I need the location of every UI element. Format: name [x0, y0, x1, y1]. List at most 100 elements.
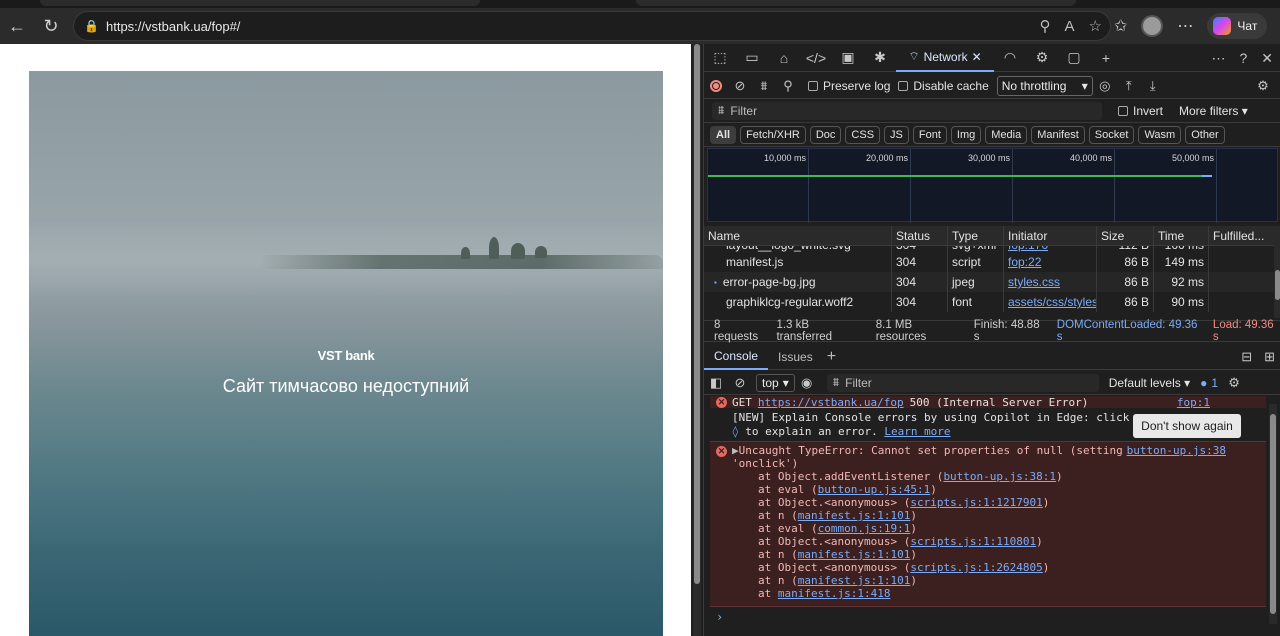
add-tool-icon[interactable]: +: [1090, 44, 1122, 72]
page-scrollbar[interactable]: [693, 44, 701, 636]
help-icon[interactable]: ?: [1239, 50, 1247, 66]
copilot-chat-button[interactable]: Чат: [1207, 13, 1268, 39]
elements-icon[interactable]: </>: [800, 44, 832, 72]
issues-badge[interactable]: ● 1: [1200, 376, 1218, 390]
tab-console[interactable]: Console: [704, 344, 769, 370]
welcome-home-icon[interactable]: ⌂: [768, 44, 800, 72]
source-link[interactable]: fop:1: [1177, 396, 1210, 409]
table-row[interactable]: manifest.js 304 script fop:22 86 B 149 m…: [704, 252, 1274, 272]
back-icon[interactable]: ←: [0, 9, 34, 43]
close-icon[interactable]: ✕: [972, 50, 982, 64]
chat-label: Чат: [1237, 19, 1258, 33]
performance-icon[interactable]: ◠: [994, 44, 1026, 72]
type-chip[interactable]: Font: [912, 125, 947, 144]
type-chip[interactable]: All: [710, 125, 737, 144]
clear-icon[interactable]: ⊘: [728, 74, 752, 98]
close-drawer-icon[interactable]: ⊞: [1264, 349, 1275, 365]
throttling-select[interactable]: No throttling ▾: [996, 75, 1093, 96]
more-menu-icon[interactable]: ⋯: [1177, 16, 1193, 36]
col-time[interactable]: Time: [1154, 226, 1209, 245]
read-aloud-icon[interactable]: A: [1065, 18, 1075, 35]
inspect-icon[interactable]: ⬚: [704, 44, 736, 72]
type-chip[interactable]: CSS: [845, 125, 881, 144]
stack-frame: at n (manifest.js:1:101): [758, 574, 917, 587]
summary-requests: 8 requests: [714, 319, 759, 343]
filter-toggle-icon[interactable]: ⩩: [752, 74, 776, 98]
url-text[interactable]: https://vstbank.ua/fop#/: [106, 19, 240, 34]
summary-transferred: 1.3 kB transferred: [776, 319, 833, 343]
live-expression-eye-icon[interactable]: ◉: [795, 371, 819, 395]
type-chip[interactable]: Socket: [1088, 125, 1135, 144]
console-prompt-input[interactable]: ›: [716, 610, 723, 624]
type-chip[interactable]: Img: [950, 125, 982, 144]
search-icon[interactable]: ⚲: [776, 74, 800, 98]
type-chip[interactable]: Fetch/XHR: [740, 125, 806, 144]
address-bar[interactable]: 🔒 https://vstbank.ua/fop#/ ⚲ A ☆: [73, 11, 1111, 41]
sources-bug-icon[interactable]: ✱: [864, 44, 896, 72]
network-settings-icon[interactable]: ⚙: [1251, 74, 1275, 98]
error-source-link[interactable]: button-up.js:38: [1127, 444, 1226, 457]
sidebar-toggle-icon[interactable]: ◧: [704, 371, 728, 395]
network-overview-timeline[interactable]: 10,000 ms 20,000 ms 30,000 ms 40,000 ms …: [707, 148, 1278, 223]
record-icon[interactable]: [704, 74, 728, 98]
settings-gear-tab-icon[interactable]: ⚙: [1026, 44, 1058, 72]
export-har-icon[interactable]: ⤓: [1141, 74, 1165, 98]
add-drawer-tab-icon[interactable]: +: [823, 344, 840, 370]
console-scrollbar[interactable]: [1269, 404, 1277, 624]
tab-network[interactable]: ⌔ Network ✕: [896, 44, 994, 72]
network-filter-input[interactable]: ⩩ Filter: [712, 101, 1102, 120]
device-toolbar-icon[interactable]: ▭: [736, 44, 768, 72]
more-filters-dropdown[interactable]: More filters ▾: [1179, 104, 1248, 118]
type-chip[interactable]: Wasm: [1138, 125, 1182, 144]
vst-bank-logo: VST bank: [317, 348, 375, 363]
refresh-icon[interactable]: ↻: [34, 9, 68, 43]
context-value: top: [762, 375, 779, 390]
dock-drawer-icon[interactable]: ⊟: [1241, 349, 1252, 365]
more-tools-icon[interactable]: ⋯: [1211, 50, 1225, 67]
copilot-small-icon: ◊: [732, 425, 739, 438]
favorites-icon[interactable]: ✩: [1114, 16, 1127, 36]
site-info-icon[interactable]: 🔒: [84, 19, 99, 33]
network-conditions-icon[interactable]: ◎: [1093, 74, 1117, 98]
console-filter-input[interactable]: ⩩ Filter: [826, 373, 1099, 392]
close-devtools-icon[interactable]: ✕: [1261, 50, 1273, 67]
col-name[interactable]: Name: [704, 226, 892, 245]
table-row[interactable]: graphiklcg-regular.woff2 304 font assets…: [704, 292, 1274, 312]
type-chip[interactable]: Other: [1185, 125, 1225, 144]
col-fulfilled[interactable]: Fulfilled...: [1209, 226, 1274, 245]
context-select[interactable]: top ▾: [756, 373, 795, 392]
type-chip[interactable]: Doc: [809, 125, 842, 144]
log-levels-dropdown[interactable]: Default levels ▾: [1109, 376, 1190, 390]
table-scrollbar[interactable]: [1274, 226, 1280, 318]
import-har-icon[interactable]: ⤒: [1117, 74, 1141, 98]
profile-avatar[interactable]: [1141, 15, 1164, 37]
type-chip[interactable]: Media: [985, 125, 1028, 144]
type-chip[interactable]: JS: [884, 125, 909, 144]
col-size[interactable]: Size: [1097, 226, 1154, 245]
type-chip[interactable]: Manifest: [1031, 125, 1085, 144]
favorite-star-icon[interactable]: ☆: [1089, 17, 1102, 35]
expand-triangle-icon[interactable]: ▶: [732, 444, 739, 457]
summary-load: Load: 49.36 s: [1212, 319, 1274, 343]
application-icon[interactable]: ▢: [1058, 44, 1090, 72]
dont-show-again-tooltip[interactable]: Don't show again: [1133, 414, 1241, 438]
stack-frame: at eval (common.js:19:1): [758, 522, 917, 535]
console-tab-icon[interactable]: ▣: [832, 44, 864, 72]
preserve-log-checkbox[interactable]: Preserve log: [808, 79, 890, 93]
summary-finish: Finish: 48.88 s: [973, 319, 1040, 343]
learn-more-link[interactable]: Learn more: [884, 425, 950, 438]
request-url-link[interactable]: https://vstbank.ua/fop: [758, 396, 904, 409]
tab-issues[interactable]: Issues: [768, 344, 823, 370]
col-status[interactable]: Status: [892, 226, 948, 245]
table-row[interactable]: ▪ error-page-bg.jpg 304 jpeg styles.css 8…: [704, 272, 1274, 292]
console-settings-icon[interactable]: ⚙: [1222, 371, 1246, 395]
clear-console-icon[interactable]: ⊘: [728, 371, 752, 395]
zoom-icon[interactable]: ⚲: [1040, 17, 1051, 35]
disable-cache-checkbox[interactable]: Disable cache: [898, 79, 989, 93]
col-type[interactable]: Type: [948, 226, 1004, 245]
invert-checkbox[interactable]: Invert: [1118, 104, 1163, 118]
stack-frame: at Object.<anonymous> (scripts.js:1:1108…: [758, 535, 1043, 548]
col-initiator[interactable]: Initiator: [1004, 226, 1097, 245]
error-icon: ✕: [716, 446, 727, 457]
stack-frame: at n (manifest.js:1:101): [758, 548, 917, 561]
